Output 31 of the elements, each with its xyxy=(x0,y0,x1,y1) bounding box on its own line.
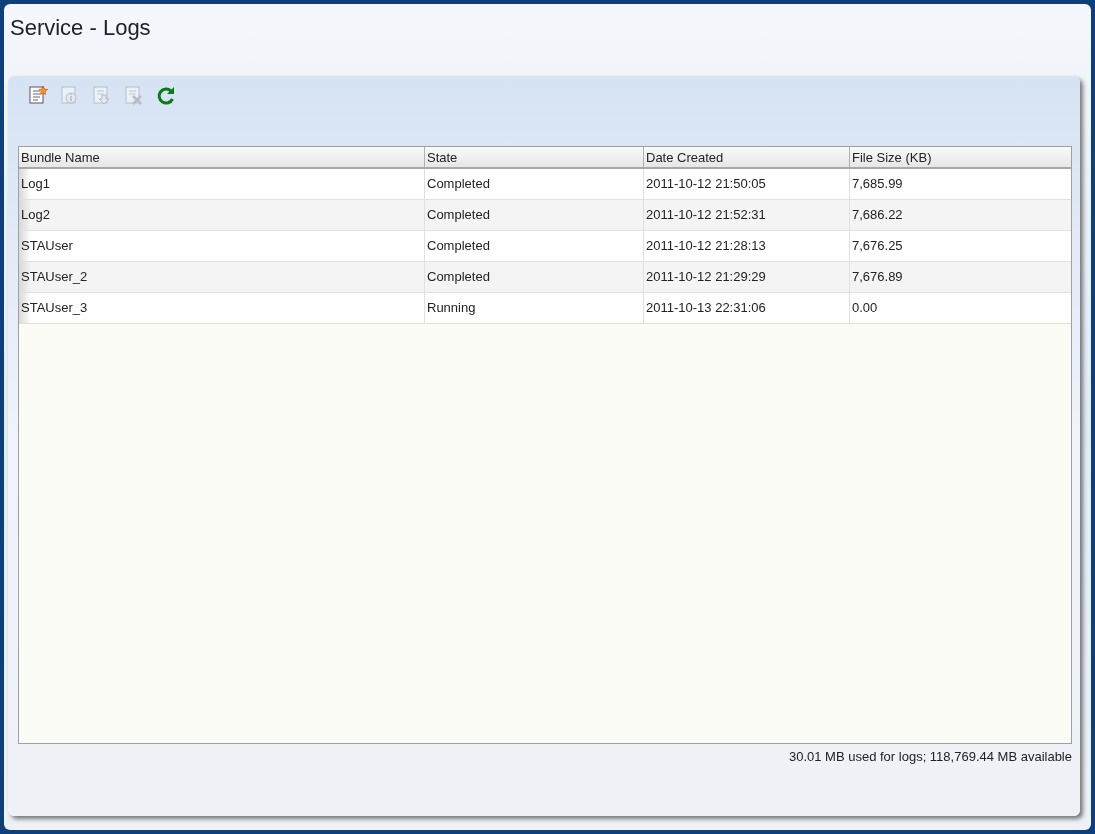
table-cell: Log2 xyxy=(19,200,425,230)
table-cell: Completed xyxy=(425,200,644,230)
table-cell: 2011-10-12 21:29:29 xyxy=(644,262,850,292)
table-cell-text: 7,686.22 xyxy=(851,206,904,224)
table-cell: 2011-10-13 22:31:06 xyxy=(644,293,850,323)
table-cell: Completed xyxy=(425,169,644,199)
window-title: Service - Logs xyxy=(10,14,151,42)
table-cell: Running xyxy=(425,293,644,323)
table-cell: Log1 xyxy=(19,169,425,199)
table-cell-text: 7,685.99 xyxy=(851,175,904,193)
table-cell: STAUser xyxy=(19,231,425,261)
column-header[interactable]: Date Created xyxy=(644,147,850,167)
storage-status-text: 30.01 MB used for logs; 118,769.44 MB available xyxy=(788,748,1072,766)
document-download-icon xyxy=(90,84,112,106)
table-cell: 2011-10-12 21:50:05 xyxy=(644,169,850,199)
document-delete-icon xyxy=(122,84,144,106)
table-cell-text: 7,676.89 xyxy=(851,268,904,286)
info-document-icon xyxy=(58,84,80,106)
new-document-icon xyxy=(26,84,48,106)
table-cell-text: 0.00 xyxy=(851,299,879,317)
column-header[interactable]: State xyxy=(425,147,644,167)
new-document-button[interactable] xyxy=(26,84,48,106)
table-cell: Completed xyxy=(425,262,644,292)
table-cell: STAUser_2 xyxy=(19,262,425,292)
table-cell-text: 7,676.25 xyxy=(851,237,904,255)
column-header[interactable]: Bundle Name xyxy=(19,147,425,167)
table-cell: STAUser_3 xyxy=(19,293,425,323)
table-cell: 2011-10-12 21:52:31 xyxy=(644,200,850,230)
table-cell: Completed xyxy=(425,231,644,261)
table-cell: 2011-10-12 21:28:13 xyxy=(644,231,850,261)
column-header[interactable]: File Size (KB) xyxy=(850,147,1071,167)
